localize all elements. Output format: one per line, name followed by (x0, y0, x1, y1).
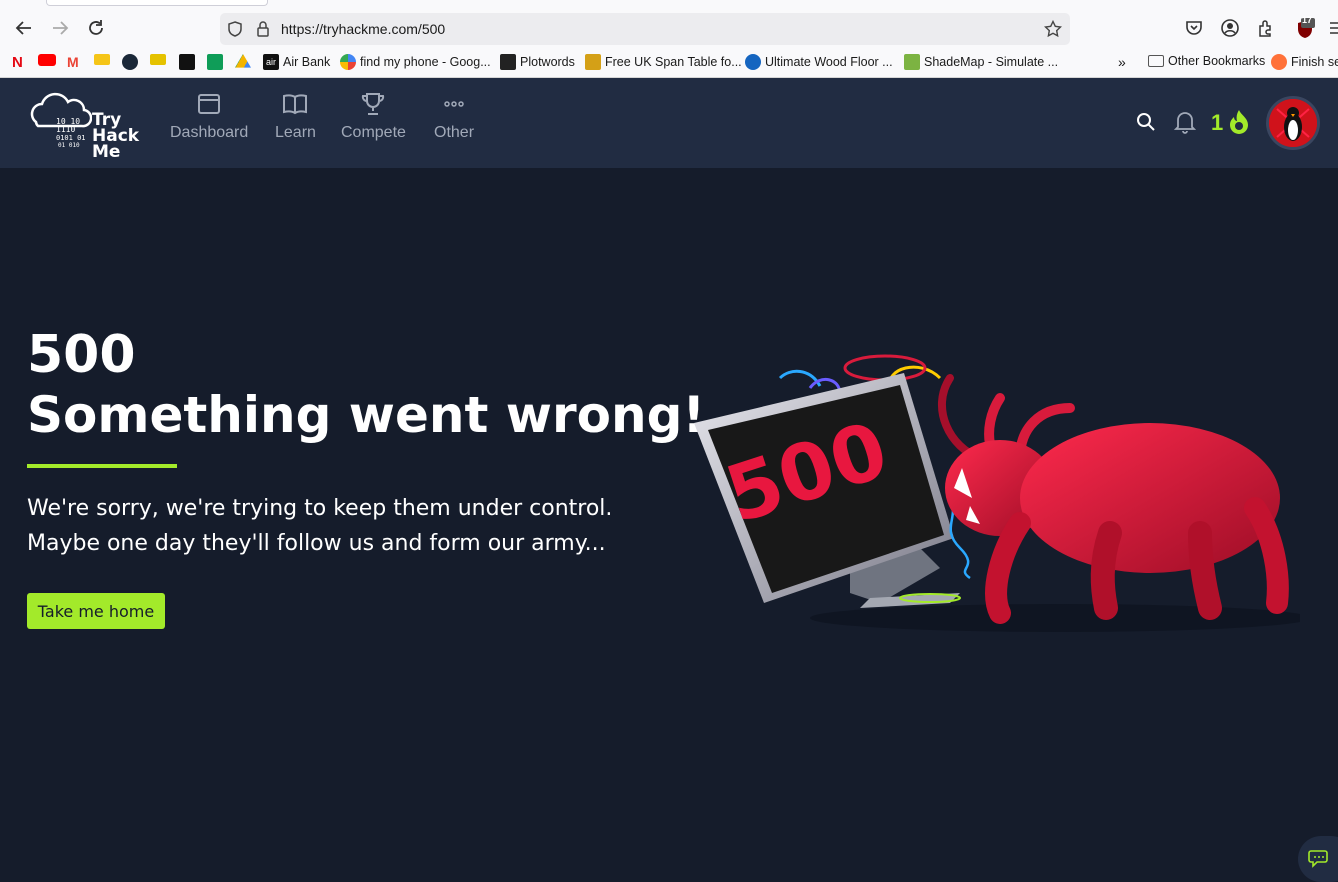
user-avatar[interactable] (1266, 96, 1320, 150)
search-icon[interactable] (1136, 112, 1156, 137)
ublock-badge: 17 (1302, 15, 1313, 25)
url-text[interactable]: https://tryhackme.com/500 (281, 21, 445, 37)
browser-tab[interactable] (46, 0, 268, 6)
book-icon (283, 94, 308, 115)
bookmark-find-my-phone[interactable]: find my phone - Goog... (340, 54, 491, 70)
logo-wordmark: Try Hack Me (92, 110, 140, 162)
bookmark-imdb[interactable] (94, 54, 114, 65)
error-message-line1: We're sorry, we're trying to keep them u… (27, 496, 613, 521)
bookmark-gmail[interactable]: M (67, 54, 87, 70)
bookmark-yellow[interactable] (150, 54, 170, 65)
account-icon[interactable] (1220, 18, 1242, 40)
bookmark-air-bank[interactable]: air Air Bank (263, 54, 330, 70)
nav-other[interactable]: Other (434, 92, 474, 142)
pocket-icon[interactable] (1184, 18, 1206, 40)
svg-text:1110: 1110 (56, 125, 75, 134)
nav-other-label: Other (434, 124, 475, 141)
nav-dashboard[interactable]: Dashboard (170, 92, 248, 142)
ublock-icon[interactable]: 17 (1294, 15, 1316, 40)
bookmark-wood-floor[interactable]: Ultimate Wood Floor ... (745, 54, 893, 70)
bookmark-span-table[interactable]: Free UK Span Table fo... (585, 54, 742, 70)
svg-text:0101 01: 0101 01 (56, 134, 86, 142)
bookmark-steam[interactable] (122, 54, 142, 70)
error-title: Something went wrong! (27, 386, 706, 444)
nav-dashboard-label: Dashboard (170, 124, 249, 141)
bookmark-plotwords[interactable]: Plotwords (500, 54, 575, 70)
bookmark-drive[interactable] (235, 54, 255, 70)
star-icon[interactable] (1043, 19, 1063, 38)
extensions-icon[interactable] (1256, 18, 1278, 40)
nav-learn[interactable]: Learn (275, 92, 316, 142)
chat-widget-button[interactable] (1298, 836, 1338, 882)
nav-compete[interactable]: Compete (341, 92, 406, 142)
lock-icon[interactable] (254, 20, 272, 38)
shield-icon[interactable] (226, 20, 244, 38)
error-message-line2: Maybe one day they'll follow us and form… (27, 531, 606, 556)
bookmark-green-plus[interactable] (207, 54, 227, 70)
error-message: We're sorry, we're trying to keep them u… (27, 491, 612, 561)
reload-icon[interactable] (84, 16, 108, 40)
dashboard-icon (198, 94, 221, 114)
bookmark-finish-setup[interactable]: Finish se (1271, 54, 1338, 70)
bookmark-other[interactable]: Other Bookmarks (1148, 54, 1265, 68)
cloud-icon: 10 10 1110 0101 01 01 010 (30, 92, 93, 149)
more-icon (444, 101, 464, 107)
bookmark-youtube[interactable] (38, 54, 60, 66)
bookmarks-bar: N M air Air Bank find my phone - Goog... … (0, 50, 1338, 76)
menu-icon[interactable] (1330, 18, 1338, 40)
bookmark-grid[interactable] (179, 54, 199, 70)
trophy-icon (362, 93, 385, 115)
penguin-avatar-icon (1269, 99, 1317, 147)
title-underline (27, 464, 177, 468)
bookmark-netflix[interactable]: N (12, 54, 28, 71)
nav-compete-label: Compete (341, 124, 406, 141)
thm-logo[interactable]: 10 10 1110 0101 01 01 010 Try Hack Me (26, 88, 146, 162)
svg-text:01 010: 01 010 (58, 142, 80, 149)
take-me-home-button[interactable]: Take me home (27, 593, 165, 629)
notification-bell-icon[interactable] (1173, 110, 1197, 139)
bookmark-shademap[interactable]: ShadeMap - Simulate ... (904, 54, 1058, 70)
browser-toolbar: https://tryhackme.com/500 17 N M air Air … (0, 0, 1338, 78)
error-page: 500 Something went wrong! We're sorry, w… (0, 168, 1338, 882)
error-code: 500 (27, 325, 136, 385)
forward-icon[interactable] (48, 16, 72, 40)
back-icon[interactable] (12, 16, 36, 40)
streak-flame-icon[interactable] (1227, 109, 1251, 140)
nav-learn-label: Learn (275, 124, 316, 141)
broken-monitor-bug-illustration: 500 (694, 354, 1300, 632)
site-header: 10 10 1110 0101 01 01 010 Try Hack Me Da… (0, 78, 1338, 168)
streak-count[interactable]: 1 (1211, 110, 1223, 136)
bookmarks-overflow-icon[interactable]: » (1118, 54, 1126, 70)
chat-icon (1308, 850, 1328, 868)
address-bar[interactable]: https://tryhackme.com/500 (220, 13, 1070, 45)
